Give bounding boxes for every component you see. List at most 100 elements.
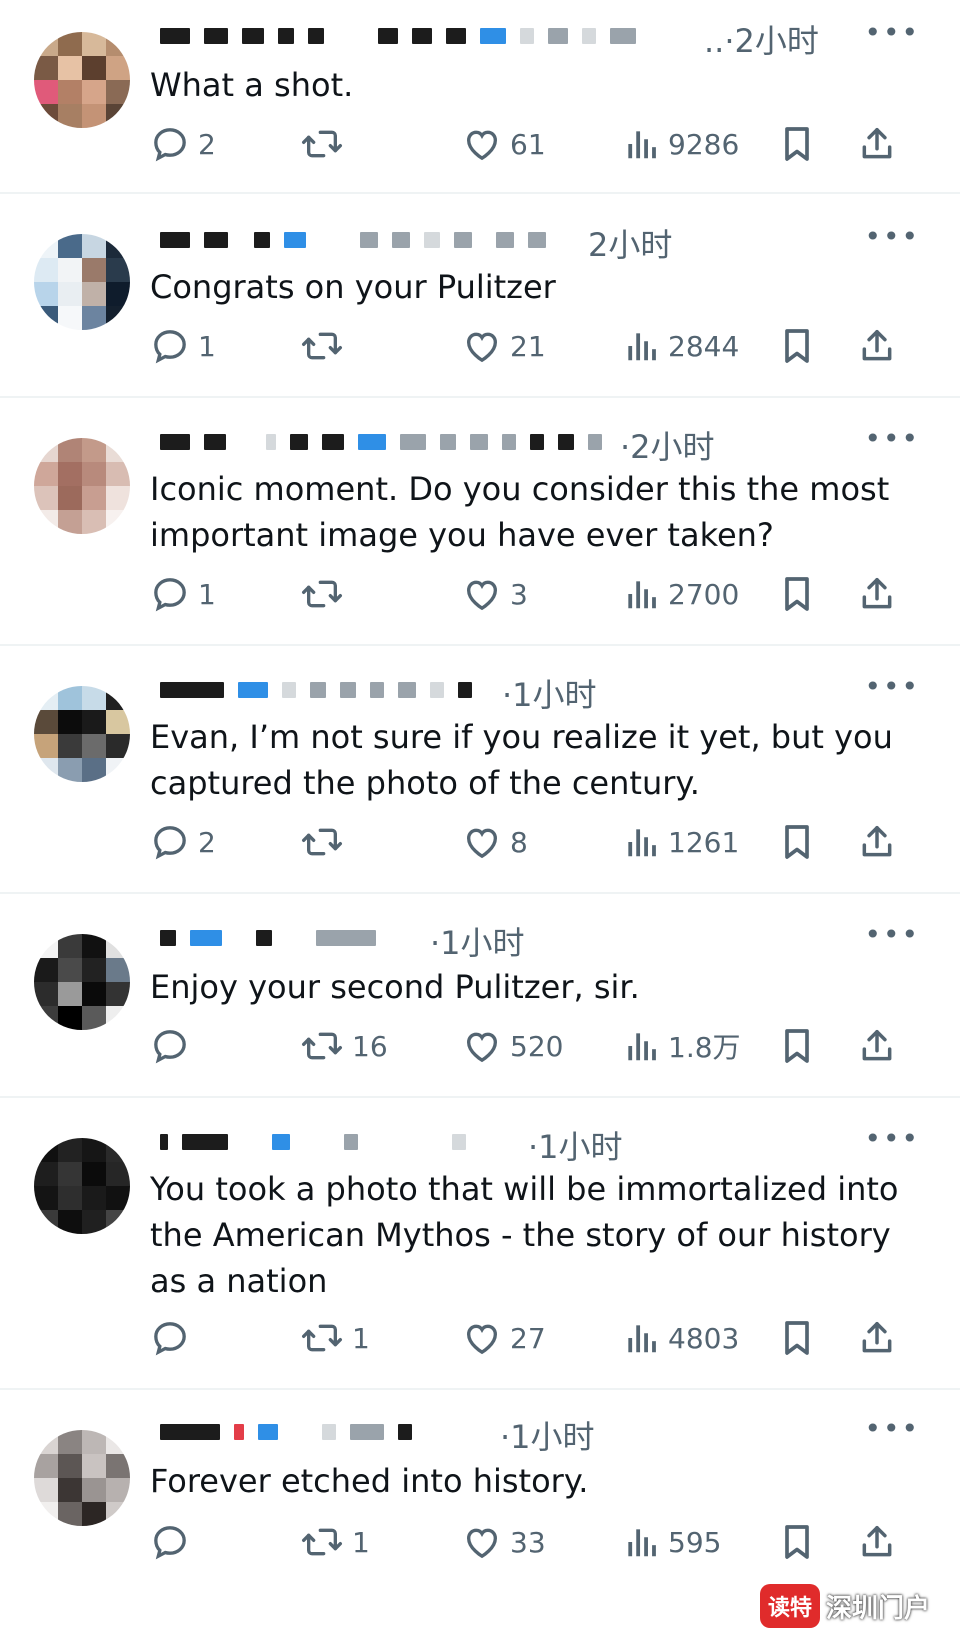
avatar[interactable] xyxy=(34,438,130,534)
username-blurred[interactable] xyxy=(160,682,472,698)
bookmark-button[interactable] xyxy=(780,326,814,366)
views-button[interactable]: 2844 xyxy=(622,326,739,366)
retweet-icon xyxy=(300,124,344,164)
share-button[interactable] xyxy=(858,326,896,366)
bookmark-icon xyxy=(780,326,814,366)
timestamp[interactable]: ·1小时 xyxy=(430,918,525,964)
views-button[interactable]: 595 xyxy=(622,1522,721,1562)
share-icon xyxy=(858,822,896,862)
share-button[interactable] xyxy=(858,1026,896,1066)
avatar[interactable] xyxy=(34,1430,130,1526)
watermark-text: 深圳门户 xyxy=(826,1593,931,1624)
retweet-count: 1 xyxy=(352,1525,370,1559)
username-blurred[interactable] xyxy=(160,930,376,946)
more-options-icon[interactable]: ••• xyxy=(864,16,920,49)
bookmark-button[interactable] xyxy=(780,822,814,862)
like-button[interactable]: 33 xyxy=(462,1522,546,1562)
reply-button[interactable] xyxy=(150,1522,198,1562)
retweet-button[interactable] xyxy=(300,574,352,614)
views-icon xyxy=(622,1318,660,1358)
share-icon xyxy=(858,326,896,366)
reply-button[interactable]: 2 xyxy=(150,124,216,164)
like-button[interactable]: 27 xyxy=(462,1318,546,1358)
share-button[interactable] xyxy=(858,1318,896,1358)
timestamp[interactable]: ·2小时 xyxy=(620,422,715,468)
action-bar: 1 33 595 xyxy=(150,1522,940,1566)
action-bar: 1 27 4803 xyxy=(150,1318,940,1362)
timestamp[interactable]: ..·2小时 xyxy=(704,16,819,62)
retweet-button[interactable]: 1 xyxy=(300,1318,370,1358)
share-icon xyxy=(858,1318,896,1358)
share-button[interactable] xyxy=(858,1522,896,1562)
bookmark-button[interactable] xyxy=(780,1318,814,1358)
more-options-icon[interactable]: ••• xyxy=(864,422,920,455)
bookmark-button[interactable] xyxy=(780,1026,814,1066)
share-button[interactable] xyxy=(858,124,896,164)
tweet-item[interactable]: ·1小时 ••• Enjoy your second Pulitzer, sir… xyxy=(0,894,960,1098)
like-icon xyxy=(462,326,502,366)
bookmark-button[interactable] xyxy=(780,1522,814,1562)
avatar[interactable] xyxy=(34,32,130,128)
reply-button[interactable] xyxy=(150,1026,198,1066)
views-button[interactable]: 2700 xyxy=(622,574,739,614)
more-options-icon[interactable]: ••• xyxy=(864,918,920,951)
share-icon xyxy=(858,1026,896,1066)
avatar[interactable] xyxy=(34,234,130,330)
views-icon xyxy=(622,574,660,614)
more-options-icon[interactable]: ••• xyxy=(864,670,920,703)
reply-button[interactable] xyxy=(150,1318,198,1358)
views-button[interactable]: 9286 xyxy=(622,124,739,164)
like-icon xyxy=(462,1318,502,1358)
tweet-header: ·1小时 ••• xyxy=(150,670,920,714)
avatar[interactable] xyxy=(34,1138,130,1234)
tweet-item[interactable]: ·1小时 ••• Evan, I’m not sure if you reali… xyxy=(0,646,960,894)
reply-icon xyxy=(150,1318,190,1358)
tweet-text: Forever etched into history. xyxy=(150,1462,589,1500)
avatar[interactable] xyxy=(34,686,130,782)
tweet-item[interactable]: ..·2小时 ••• What a shot. 2 61 9286 xyxy=(0,0,960,194)
like-button[interactable]: 520 xyxy=(462,1026,563,1066)
views-button[interactable]: 1261 xyxy=(622,822,739,862)
tweet-header: ·1小时 ••• xyxy=(150,1412,920,1456)
tweet-header: ·2小时 ••• xyxy=(150,422,920,466)
username-blurred[interactable] xyxy=(160,28,636,44)
timestamp[interactable]: ·1小时 xyxy=(500,1412,595,1458)
retweet-button[interactable] xyxy=(300,822,352,862)
bookmark-button[interactable] xyxy=(780,124,814,164)
like-button[interactable]: 8 xyxy=(462,822,528,862)
username-blurred[interactable] xyxy=(160,1134,466,1150)
retweet-button[interactable] xyxy=(300,124,352,164)
like-button[interactable]: 21 xyxy=(462,326,546,366)
retweet-icon xyxy=(300,326,344,366)
retweet-button[interactable]: 1 xyxy=(300,1522,370,1562)
timestamp[interactable]: ·1小时 xyxy=(502,670,597,716)
tweet-header: ·1小时 ••• xyxy=(150,1122,920,1166)
like-icon xyxy=(462,822,502,862)
views-count: 4803 xyxy=(668,1321,740,1355)
watermark-logo: 读特 深圳门户 xyxy=(760,1580,930,1632)
avatar[interactable] xyxy=(34,934,130,1030)
username-blurred[interactable] xyxy=(160,1424,412,1440)
timestamp[interactable]: 2小时 xyxy=(588,220,672,266)
like-button[interactable]: 61 xyxy=(462,124,546,164)
more-options-icon[interactable]: ••• xyxy=(864,220,920,253)
tweet-item[interactable]: 2小时 ••• Congrats on your Pulitzer 1 21 284… xyxy=(0,194,960,398)
timestamp[interactable]: ·1小时 xyxy=(528,1122,623,1168)
more-options-icon[interactable]: ••• xyxy=(864,1122,920,1155)
retweet-button[interactable]: 16 xyxy=(300,1026,388,1066)
share-button[interactable] xyxy=(858,574,896,614)
tweet-item[interactable]: ·1小时 ••• You took a photo that will be i… xyxy=(0,1098,960,1390)
like-button[interactable]: 3 xyxy=(462,574,528,614)
username-blurred[interactable] xyxy=(160,232,546,248)
reply-button[interactable]: 2 xyxy=(150,822,216,862)
reply-button[interactable]: 1 xyxy=(150,574,216,614)
reply-button[interactable]: 1 xyxy=(150,326,216,366)
bookmark-button[interactable] xyxy=(780,574,814,614)
username-blurred[interactable] xyxy=(160,434,602,450)
views-button[interactable]: 1.8万 xyxy=(622,1026,741,1066)
views-button[interactable]: 4803 xyxy=(622,1318,739,1358)
more-options-icon[interactable]: ••• xyxy=(864,1412,920,1445)
share-button[interactable] xyxy=(858,822,896,862)
retweet-button[interactable] xyxy=(300,326,352,366)
tweet-item[interactable]: ·2小时 ••• Iconic moment. Do you consider … xyxy=(0,398,960,646)
